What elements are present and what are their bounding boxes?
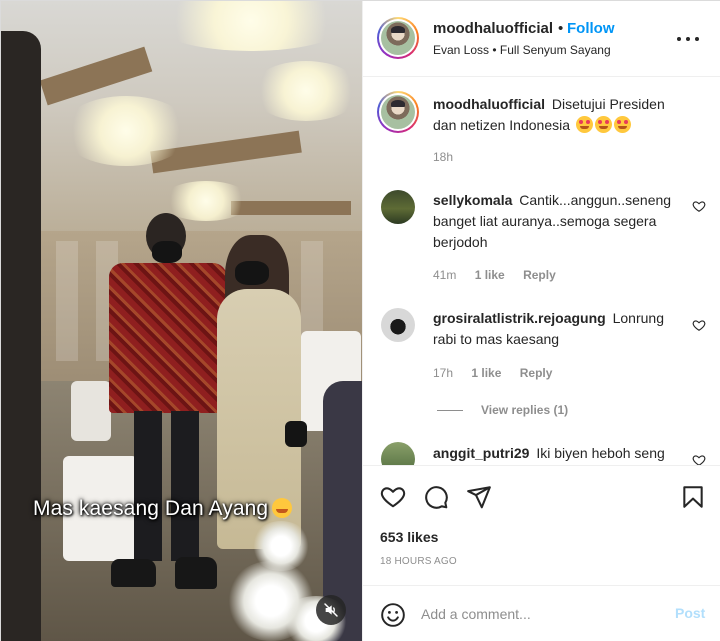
commenter-avatar[interactable] (381, 442, 415, 465)
ceiling-light (251, 61, 361, 121)
emoji-smile-icon[interactable] (380, 602, 406, 628)
comment-like-heart-icon[interactable] (692, 318, 706, 332)
handbag (285, 421, 307, 447)
smiling-face-with-hearts-emoji-icon (575, 116, 593, 133)
comment-body: sellykomala Cantik...anggun..seneng bang… (433, 190, 678, 253)
smiling-face-with-hearts-emoji-icon (272, 498, 293, 518)
comments-list[interactable]: moodhaluofficial Disetujui Presiden dan … (363, 78, 720, 465)
follow-button[interactable]: Follow (567, 20, 615, 37)
post-time-ago[interactable]: 18 HOURS AGO (380, 556, 457, 567)
caption-timestamp[interactable]: 18h (433, 150, 453, 164)
post-side-panel: moodhaluofficial • Follow Evan Loss • Fu… (362, 1, 720, 641)
replies-divider-line (437, 409, 463, 411)
floral-decoration (251, 521, 311, 571)
reply-button[interactable]: Reply (523, 268, 556, 282)
header-separator: • (558, 20, 564, 37)
speaker-muted-icon (324, 603, 338, 617)
caption-username[interactable]: moodhaluofficial (433, 96, 545, 112)
comment-text: Iki biyen heboh seng (536, 445, 665, 461)
comment-username[interactable]: sellykomala (433, 192, 512, 208)
smiling-face-with-hearts-emoji-icon (613, 116, 631, 133)
video-caption-text: Mas kaesang Dan Ayang (33, 497, 269, 520)
author-username[interactable]: moodhaluofficial (433, 20, 553, 37)
more-options-button[interactable] (677, 29, 699, 49)
comment-like-heart-icon[interactable] (692, 199, 706, 213)
comment-timestamp[interactable]: 41m (433, 268, 456, 282)
face-mask (235, 261, 269, 285)
audio-info-link[interactable]: Evan Loss • Full Senyum Sayang (433, 43, 611, 57)
comment-input[interactable] (421, 599, 661, 629)
comment-timestamp[interactable]: 17h (433, 366, 453, 380)
banquet-chair (71, 381, 111, 441)
view-replies-button[interactable]: View replies (1) (437, 403, 568, 417)
mute-toggle-button[interactable] (316, 595, 346, 625)
comment-meta: 17h 1 like Reply (433, 366, 567, 380)
caption-author-avatar[interactable] (377, 91, 419, 133)
post-comment-button[interactable]: Post (675, 605, 705, 621)
comment-body: grosiralatlistrik.rejoagung Lonrung rabi… (433, 308, 678, 350)
author-avatar[interactable] (377, 17, 419, 59)
smiling-face-with-hearts-emoji-icon (594, 116, 612, 133)
commenter-avatar[interactable] (381, 190, 415, 224)
comment-likes-count[interactable]: 1 like (475, 268, 505, 282)
likes-count[interactable]: 653 likes (380, 529, 438, 545)
paper-plane-icon[interactable] (466, 484, 492, 510)
heart-icon[interactable] (380, 484, 406, 510)
commenter-avatar[interactable] (381, 308, 415, 342)
more-options-icon (677, 37, 681, 41)
comment-likes-count[interactable]: 1 like (471, 366, 501, 380)
shoe (111, 559, 156, 587)
comment-body: anggit_putri29 Iki biyen heboh seng (433, 443, 678, 464)
add-comment-bar: Post (363, 585, 720, 641)
comment-like-heart-icon[interactable] (692, 453, 706, 465)
view-replies-label: View replies (1) (481, 403, 569, 417)
post-header: moodhaluofficial • Follow Evan Loss • Fu… (363, 1, 720, 77)
batik-shirt (109, 263, 227, 413)
post-actions: 653 likes 18 HOURS AGO (363, 465, 720, 585)
caption-meta: 18h (433, 150, 468, 164)
ceiling-light (61, 96, 191, 166)
bookmark-icon[interactable] (680, 484, 706, 510)
wall-panel (56, 241, 78, 361)
post-dialog: Mas kaesang Dan Ayang moodhaluofficial •… (0, 0, 720, 641)
post-video[interactable]: Mas kaesang Dan Ayang (1, 1, 362, 641)
comment-icon[interactable] (423, 484, 449, 510)
comment-username[interactable]: grosiralatlistrik.rejoagung (433, 310, 606, 326)
comment-username[interactable]: anggit_putri29 (433, 445, 529, 461)
shoe (175, 557, 217, 589)
caption-text-block: moodhaluofficial Disetujui Presiden dan … (433, 94, 683, 136)
trousers (134, 411, 162, 561)
reply-button[interactable]: Reply (520, 366, 553, 380)
video-caption-overlay: Mas kaesang Dan Ayang (33, 497, 293, 521)
foreground-guest (1, 31, 41, 641)
trousers (171, 411, 199, 561)
face-mask (152, 241, 182, 263)
comment-meta: 41m 1 like Reply (433, 268, 571, 282)
